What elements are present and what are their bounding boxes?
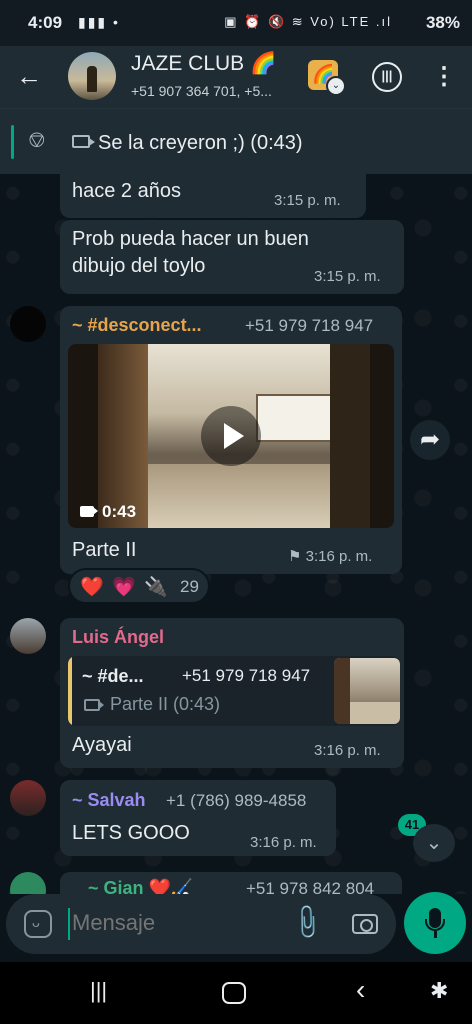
heart-reaction: ❤️ (80, 577, 104, 598)
video-call-button[interactable]: 🌈 ⌄ (306, 58, 346, 96)
more-options-icon[interactable]: ⋮ (432, 60, 456, 94)
home-icon[interactable] (222, 982, 246, 1004)
attach-icon[interactable]: 📎 (286, 902, 328, 943)
sender-phone: +51 979 718 947 (245, 316, 374, 335)
message-bubble[interactable]: ~ Salvah +1 (786) 989-4858 LETS GOOO 3:1… (60, 780, 336, 856)
camera-icon[interactable] (352, 914, 378, 934)
system-icons: ▣ ⏰ 🔇 ≋ Vo) LTE .ıl (224, 14, 392, 29)
video-caption: Parte II (72, 539, 137, 561)
reactions-bar[interactable]: ❤️ 💗 🔌 29 (68, 568, 210, 604)
chat-header: ← JAZE CLUB 🌈 +51 907 364 701, +5... 🌈 ⌄… (0, 46, 472, 108)
message-time: 3:15 p. m. (274, 192, 341, 209)
message-text: Ayayai (72, 734, 132, 756)
message-time: 3:15 p. m. (314, 268, 381, 285)
group-title[interactable]: JAZE CLUB 🌈 (131, 52, 276, 76)
quoted-phone: +51 979 718 947 (182, 666, 311, 685)
quoted-message[interactable]: ~ #de... +51 979 718 947 Parte II (0:43) (68, 656, 400, 726)
message-bubble[interactable]: Luis Ángel ~ #de... +51 979 718 947 Part… (60, 618, 404, 768)
message-time: ⚑ 3:16 p. m. (288, 548, 373, 565)
group-avatar[interactable] (68, 52, 116, 100)
mic-button[interactable] (404, 892, 466, 954)
quoted-text: Parte II (0:43) (110, 694, 221, 714)
sender-name[interactable]: Luis Ángel (72, 627, 164, 648)
voice-chat-icon[interactable]: ||| (372, 62, 402, 92)
play-icon[interactable] (201, 406, 261, 466)
pink-heart-reaction: 💗 (112, 577, 136, 598)
member-avatar[interactable] (10, 618, 46, 654)
chat-area: hace 2 años 3:15 p. m. Prob pueda hacer … (0, 174, 472, 894)
video-duration: 0:43 (80, 502, 136, 522)
sender-name[interactable]: ~ #desconect... (72, 315, 202, 336)
group-members[interactable]: +51 907 364 701, +5... (131, 83, 272, 99)
back-icon[interactable]: ‹ (356, 974, 365, 1006)
sticker-icon[interactable] (24, 910, 52, 938)
pinned-message-text: Se la creyeron ;) (0:43) (98, 132, 303, 154)
video-thumbnail[interactable]: 0:43 (68, 344, 394, 528)
member-avatar[interactable] (10, 872, 46, 894)
video-icon (84, 699, 104, 711)
quoted-sender: ~ #de... (82, 666, 144, 686)
scroll-down-chevron-icon[interactable]: ⌄ (413, 824, 455, 862)
message-bubble[interactable]: hace 2 años 3:15 p. m. (60, 174, 366, 218)
sender-name[interactable]: ~ Gian ❤️🏑 (88, 878, 193, 894)
pin-icon: ⚑ (288, 548, 306, 565)
reaction-count: 29 (180, 577, 199, 596)
message-text: LETS GOOO (72, 822, 190, 844)
forward-icon[interactable]: ➦ (410, 420, 450, 460)
message-text: hace 2 años (72, 180, 181, 202)
member-avatar[interactable] (10, 306, 46, 342)
message-bubble[interactable]: Prob pueda hacer un buen dibujo del toyl… (60, 220, 404, 294)
message-time: 3:16 p. m. (314, 742, 381, 759)
status-bar: 4:09 ▮▮▮ • ▣ ⏰ 🔇 ≋ Vo) LTE .ıl 38% (0, 0, 472, 46)
quoted-thumbnail (334, 658, 400, 724)
message-bubble[interactable]: ~ Gian ❤️🏑 +51 978 842 804 (60, 872, 402, 894)
system-navigation-bar: ||| ‹ ✱ (0, 962, 472, 1024)
accessibility-icon[interactable]: ✱ (430, 978, 448, 1004)
notification-icons: ▮▮▮ • (78, 14, 120, 30)
member-avatar[interactable] (10, 780, 46, 816)
video-icon (72, 135, 95, 148)
plug-reaction: 🔌 (144, 577, 168, 598)
message-text-line1: Prob pueda hacer un buen (72, 228, 309, 250)
message-time: 3:16 p. m. (250, 834, 317, 851)
pinned-message-bar[interactable]: ⎊ Se la creyeron ;) (0:43) (0, 108, 472, 174)
sender-phone: +51 978 842 804 (246, 879, 375, 894)
video-message-bubble[interactable]: ~ #desconect... +51 979 718 947 0:43 Par… (60, 306, 402, 574)
video-camera-icon (80, 506, 98, 517)
message-text-line2: dibujo del toylo (72, 255, 206, 277)
sender-phone: +1 (786) 989-4858 (166, 791, 307, 810)
status-time: 4:09 (28, 13, 63, 32)
back-arrow-icon[interactable]: ← (16, 60, 48, 92)
battery-level: 38% (425, 13, 460, 32)
chevron-down-icon: ⌄ (326, 76, 346, 96)
sender-name[interactable]: ~ Salvah (72, 790, 146, 811)
pin-icon: ⎊ (28, 127, 46, 152)
message-composer: 📎 (6, 894, 396, 954)
recents-icon[interactable]: ||| (90, 978, 107, 1004)
message-input[interactable] (72, 910, 272, 936)
